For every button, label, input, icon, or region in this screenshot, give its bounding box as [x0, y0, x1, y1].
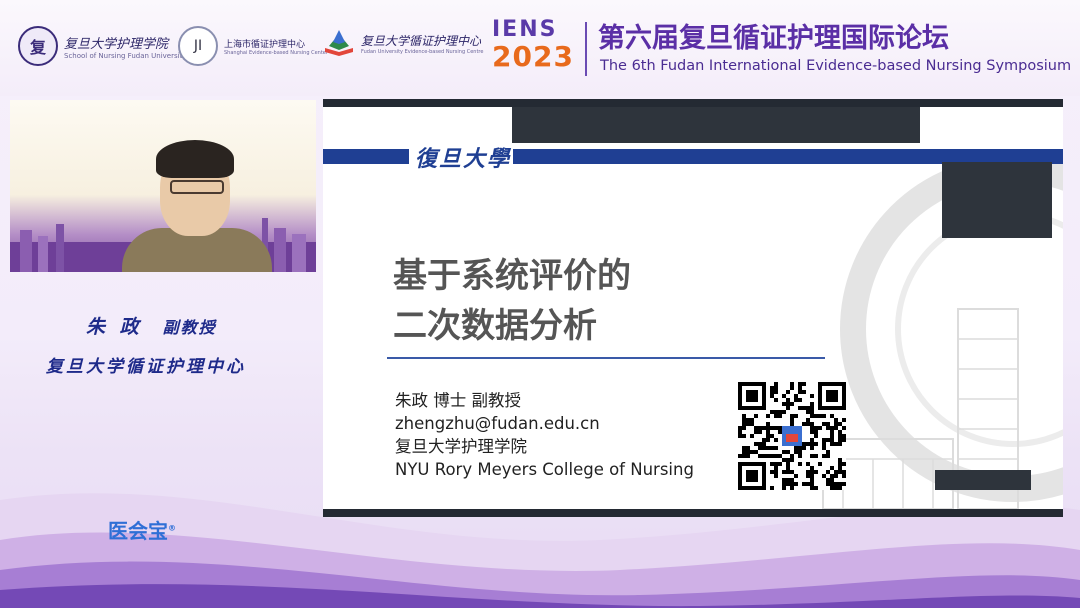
slide-title-rule — [387, 357, 825, 359]
symposium-header: 复 复旦大学护理学院 School of Nursing Fudan Unive… — [0, 0, 1080, 96]
ens-label: IENS — [492, 17, 558, 42]
speaker-name-block: 朱 政副教授 — [86, 312, 217, 339]
symposium-title-en: The 6th Fudan International Evidence-bas… — [600, 58, 1072, 74]
speaker-hair — [156, 140, 234, 178]
speaker-org: 复旦大学循证护理中心 — [46, 357, 246, 377]
speaker-glasses — [170, 180, 224, 194]
yihuibao-logo: 医会宝® — [108, 515, 176, 544]
logo2-subtitle: Shanghai Evidence-based Nursing Center — [224, 49, 328, 56]
speaker-title: 副教授 — [162, 318, 217, 337]
presentation-slide[interactable]: 復旦大學 基于系统评价的 二次数据分析 朱政 博士 副教授 zhengzhu@f… — [323, 99, 1063, 517]
slide-title-line2: 二次数据分析 — [393, 306, 597, 346]
slide-author-info: 朱政 博士 副教授 zhengzhu@fudan.edu.cn 复旦大学护理学院… — [395, 389, 694, 481]
author-email: zhengzhu@fudan.edu.cn — [395, 414, 600, 433]
slide-blue-band-left — [323, 149, 409, 164]
author-affiliation-cn: 复旦大学护理学院 — [395, 437, 527, 456]
ebn-center-icon: JI — [178, 26, 218, 66]
author-line: 朱政 博士 副教授 — [395, 391, 521, 410]
symposium-title-cn: 第六届复旦循证护理国际论坛 — [598, 23, 949, 54]
logo1-subtitle: School of Nursing Fudan University — [64, 51, 187, 60]
logo1-title: 复旦大学护理学院 — [64, 36, 169, 52]
brand-name: 医会宝 — [108, 519, 168, 543]
slide-top-bar — [323, 99, 1063, 107]
qr-code-icon[interactable] — [738, 382, 846, 490]
logo2-title: 上海市循证护理中心 — [224, 39, 306, 50]
speaker-name: 朱 政 — [86, 316, 143, 338]
slide-right-block — [942, 162, 1052, 238]
slide-title-line1: 基于系统评价的 — [393, 256, 631, 296]
header-divider — [585, 22, 587, 76]
slide-top-block — [512, 107, 920, 143]
ens-2023-badge: IENS 2023 — [492, 18, 576, 72]
fudan-nursing-logo: 复 复旦大学护理学院 School of Nursing Fudan Unive… — [18, 26, 186, 66]
speaker-video[interactable] — [10, 100, 316, 272]
slide-title: 基于系统评价的 二次数据分析 — [393, 251, 631, 351]
registered-mark: ® — [168, 523, 176, 533]
book-icon — [325, 30, 353, 56]
fudan-seal-icon: 复 — [18, 26, 58, 66]
shanghai-ebn-logo: JI 上海市循证护理中心 Shanghai Evidence-based Nur… — [178, 26, 328, 66]
slide-bottom-bar — [323, 509, 1063, 517]
logo3-subtitle: Fudan University Evidence-based Nursing … — [361, 48, 484, 55]
logo3-title: 复旦大学循证护理中心 — [361, 33, 482, 48]
fudan-ebn-logo: 复旦大学循证护理中心 Fudan University Evidence-bas… — [323, 28, 483, 58]
author-affiliation-en: NYU Rory Meyers College of Nursing — [395, 460, 694, 479]
fudan-calligraphy-logo: 復旦大學 — [415, 146, 512, 172]
slide-bottom-block — [935, 470, 1031, 490]
ens-year: 2023 — [492, 40, 574, 73]
